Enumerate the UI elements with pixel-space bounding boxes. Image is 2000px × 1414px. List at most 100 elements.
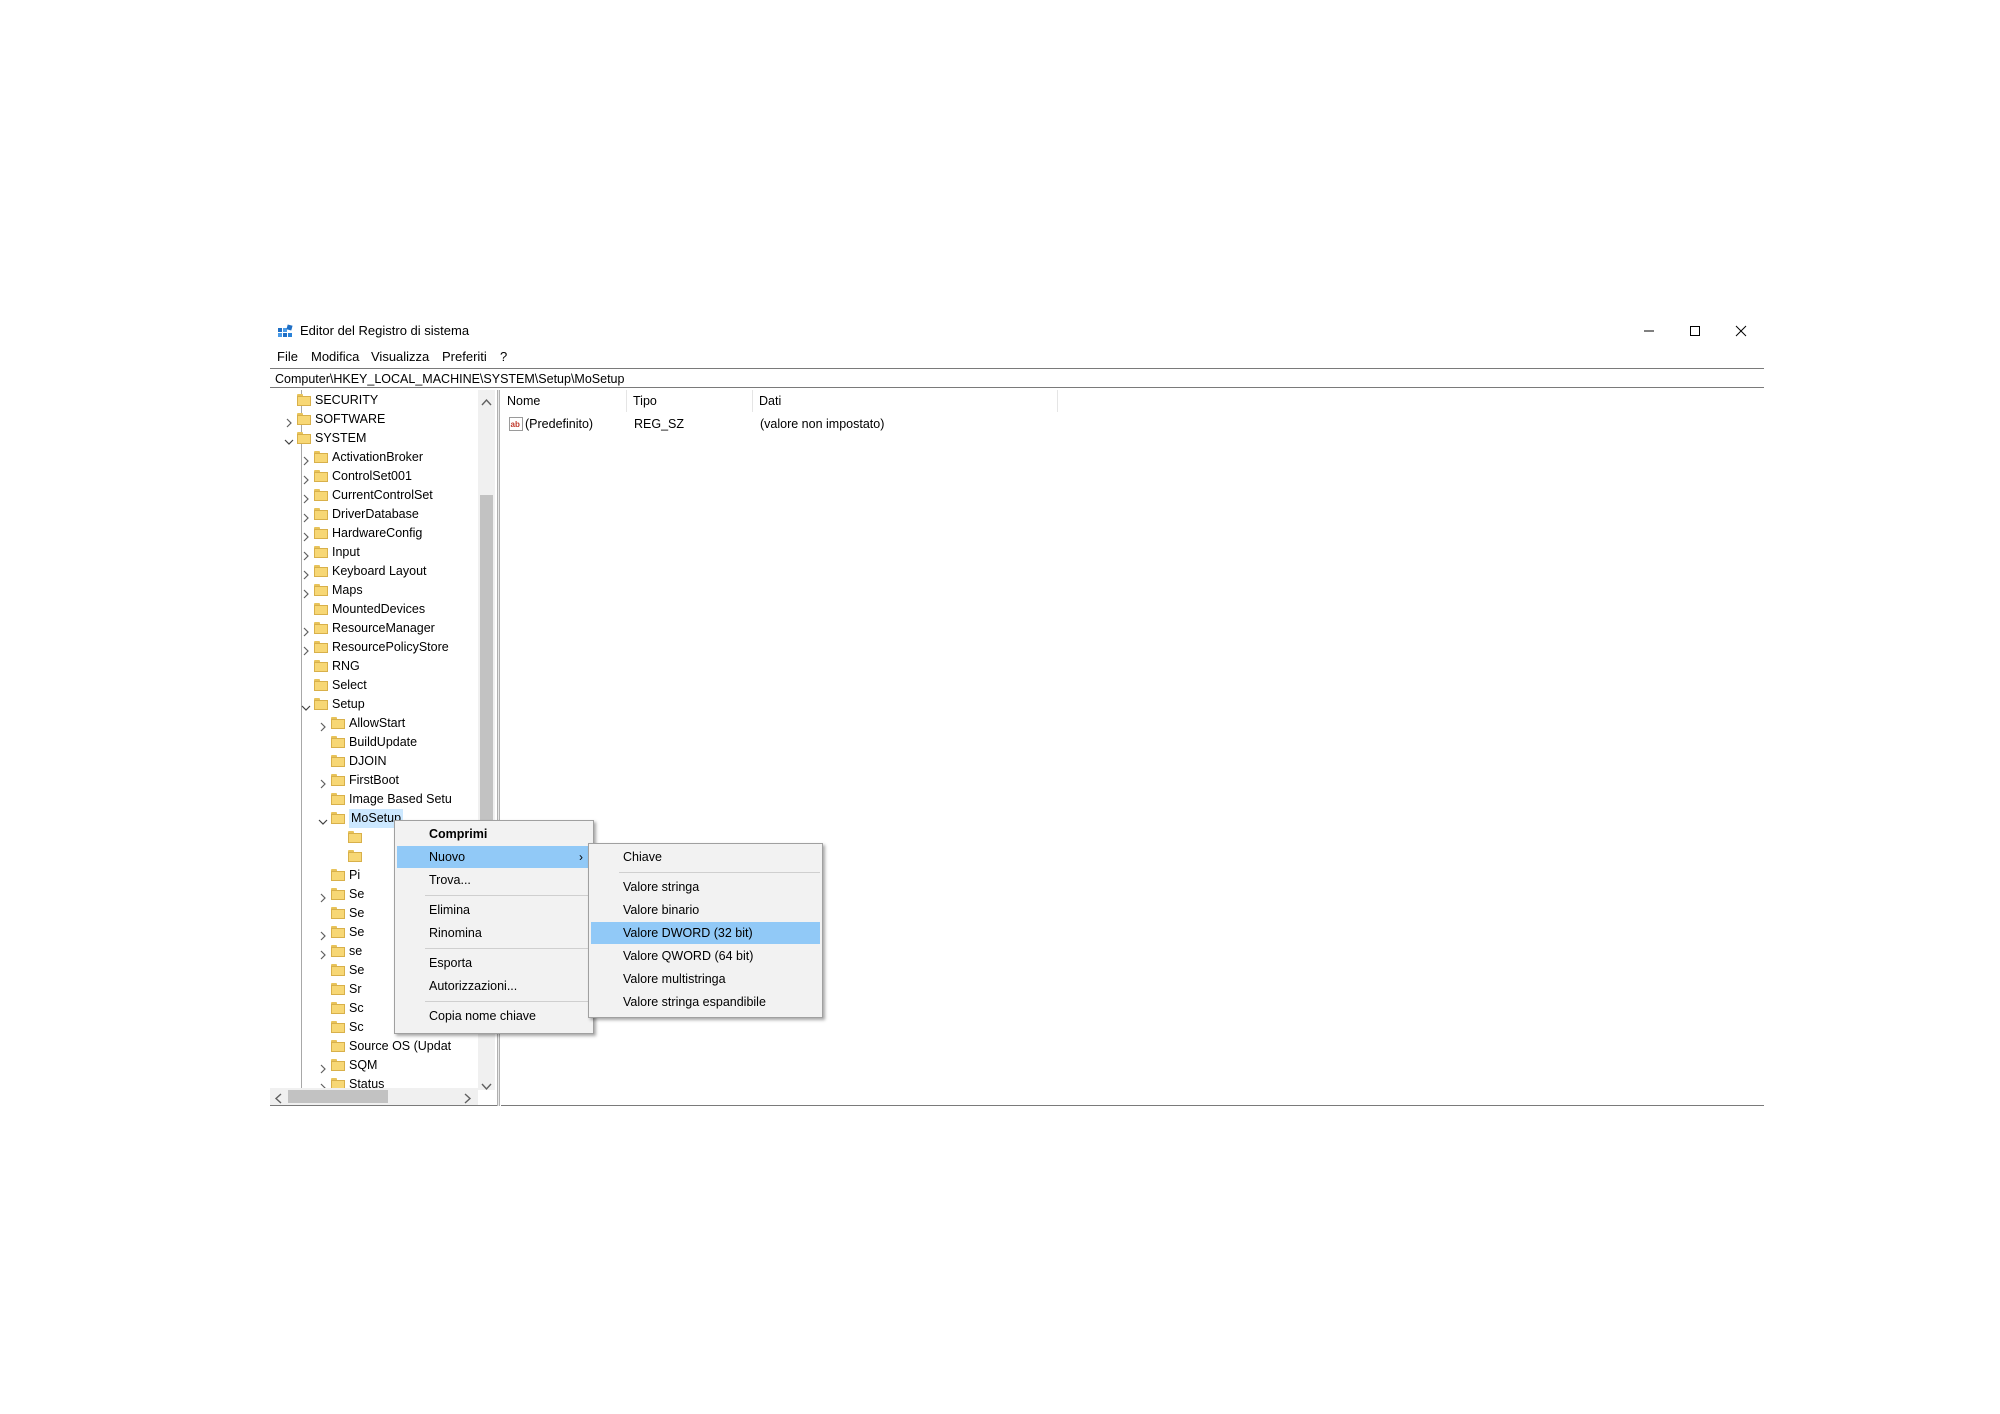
tree-item[interactable]: Source OS (Updat [270, 1037, 478, 1056]
folder-icon [314, 470, 328, 482]
tree-item[interactable]: SQM [270, 1056, 478, 1075]
chevron-right-icon[interactable] [318, 776, 328, 789]
tree-item-label: Keyboard Layout [332, 564, 427, 578]
title-bar[interactable]: Editor del Registro di sistema [270, 316, 1764, 346]
chevron-down-icon[interactable] [318, 814, 328, 825]
tree-item[interactable]: RNG [270, 657, 478, 676]
column-header-tipo[interactable]: Tipo [627, 390, 753, 412]
tree-item[interactable]: Image Based Setu [270, 790, 478, 809]
chevron-down-icon[interactable] [284, 434, 294, 445]
chevron-right-icon[interactable] [301, 548, 311, 561]
tree-item[interactable]: Maps [270, 581, 478, 600]
menu-separator [619, 872, 820, 873]
tree-item-label: Se [349, 963, 365, 977]
tree-item[interactable]: MountedDevices [270, 600, 478, 619]
menu-file[interactable]: File [277, 349, 298, 364]
menu-help[interactable]: ? [500, 349, 507, 364]
tree-item-label: ControlSet001 [332, 469, 412, 483]
submenu-item-chiave[interactable]: Chiave [591, 846, 820, 868]
folder-icon [314, 565, 328, 577]
tree-item[interactable]: SOFTWARE [270, 410, 478, 429]
chevron-right-icon[interactable] [318, 928, 328, 941]
tree-item-label: Se [349, 887, 365, 901]
tree-item[interactable]: BuildUpdate [270, 733, 478, 752]
scroll-down-icon[interactable] [481, 1078, 492, 1096]
column-header-nome[interactable]: Nome [501, 390, 627, 412]
address-bar[interactable]: Computer\HKEY_LOCAL_MACHINE\SYSTEM\Setup… [270, 368, 1764, 388]
tree-item[interactable]: ResourceManager [270, 619, 478, 638]
chevron-right-icon[interactable] [301, 643, 311, 656]
menu-item-nuovo[interactable]: Nuovo › [397, 846, 591, 868]
menu-item-rinomina[interactable]: Rinomina [397, 922, 591, 944]
chevron-right-icon[interactable] [301, 529, 311, 542]
scroll-left-icon[interactable] [274, 1091, 282, 1105]
menu-item-copia-nome-chiave[interactable]: Copia nome chiave [397, 1005, 591, 1027]
menu-item-elimina[interactable]: Elimina [397, 899, 591, 921]
column-header-dati[interactable]: Dati [753, 390, 1058, 412]
folder-icon [331, 907, 345, 919]
submenu-item-valore-binario[interactable]: Valore binario [591, 899, 820, 921]
chevron-right-icon[interactable] [301, 624, 311, 637]
tree-horizontal-scrollbar[interactable] [270, 1088, 478, 1105]
tree-item-label: Sc [349, 1001, 364, 1015]
close-button[interactable] [1718, 316, 1764, 346]
chevron-right-icon[interactable] [284, 415, 294, 428]
scroll-right-icon[interactable] [464, 1091, 472, 1105]
list-row[interactable]: ab (Predefinito) REG_SZ (valore non impo… [501, 414, 1101, 434]
chevron-right-icon[interactable] [301, 567, 311, 580]
tree-item-label: Setup [332, 697, 365, 711]
submenu-item-valore-stringa[interactable]: Valore stringa [591, 876, 820, 898]
chevron-right-icon[interactable] [301, 491, 311, 504]
tree-item-label: Select [332, 678, 367, 692]
chevron-right-icon[interactable] [301, 510, 311, 523]
tree-item[interactable]: DriverDatabase [270, 505, 478, 524]
menu-item-esporta[interactable]: Esporta [397, 952, 591, 974]
chevron-right-icon[interactable] [301, 586, 311, 599]
tree-item[interactable]: Select [270, 676, 478, 695]
value-data: (valore non impostato) [760, 417, 885, 431]
submenu-item-valore-multistringa[interactable]: Valore multistringa [591, 968, 820, 990]
chevron-right-icon[interactable] [318, 1061, 328, 1074]
tree-item[interactable]: HardwareConfig [270, 524, 478, 543]
tree-horizontal-scroll-thumb[interactable] [288, 1090, 388, 1103]
tree-item[interactable]: SYSTEM [270, 429, 478, 448]
submenu-item-valore-qword[interactable]: Valore QWORD (64 bit) [591, 945, 820, 967]
tree-item-label: se [349, 944, 363, 958]
chevron-right-icon[interactable] [301, 453, 311, 466]
tree-item[interactable]: Input [270, 543, 478, 562]
tree-item-label: ActivationBroker [332, 450, 424, 464]
tree-item[interactable]: SECURITY [270, 391, 478, 410]
menu-item-trova[interactable]: Trova... [397, 869, 591, 891]
menu-item-comprimi[interactable]: Comprimi [397, 823, 591, 845]
tree-item[interactable]: DJOIN [270, 752, 478, 771]
folder-icon [297, 432, 311, 444]
menu-separator [425, 948, 591, 949]
submenu-item-valore-dword[interactable]: Valore DWORD (32 bit) [591, 922, 820, 944]
maximize-button[interactable] [1672, 316, 1718, 346]
minimize-button[interactable] [1626, 316, 1672, 346]
tree-item[interactable]: FirstBoot [270, 771, 478, 790]
menu-preferiti[interactable]: Preferiti [442, 349, 487, 364]
chevron-right-icon[interactable] [301, 472, 311, 485]
tree-item[interactable]: Setup [270, 695, 478, 714]
scroll-up-icon[interactable] [481, 393, 492, 411]
folder-icon [331, 1002, 345, 1014]
chevron-right-icon[interactable] [318, 947, 328, 960]
chevron-right-icon[interactable] [318, 890, 328, 903]
tree-item[interactable]: CurrentControlSet [270, 486, 478, 505]
tree-item[interactable]: ControlSet001 [270, 467, 478, 486]
folder-icon [331, 717, 345, 729]
submenu-item-valore-stringa-espandibile[interactable]: Valore stringa espandibile [591, 991, 820, 1013]
tree-item[interactable]: AllowStart [270, 714, 478, 733]
menu-modifica[interactable]: Modifica [311, 349, 359, 364]
folder-icon [331, 736, 345, 748]
tree-item-label: ResourceManager [332, 621, 435, 635]
menu-visualizza[interactable]: Visualizza [371, 349, 429, 364]
tree-item[interactable]: Keyboard Layout [270, 562, 478, 581]
tree-item[interactable]: ResourcePolicyStore [270, 638, 478, 657]
chevron-right-icon[interactable] [318, 719, 328, 732]
minimize-icon [1644, 330, 1654, 332]
menu-item-autorizzazioni[interactable]: Autorizzazioni... [397, 975, 591, 997]
chevron-down-icon[interactable] [301, 700, 311, 711]
tree-item[interactable]: ActivationBroker [270, 448, 478, 467]
